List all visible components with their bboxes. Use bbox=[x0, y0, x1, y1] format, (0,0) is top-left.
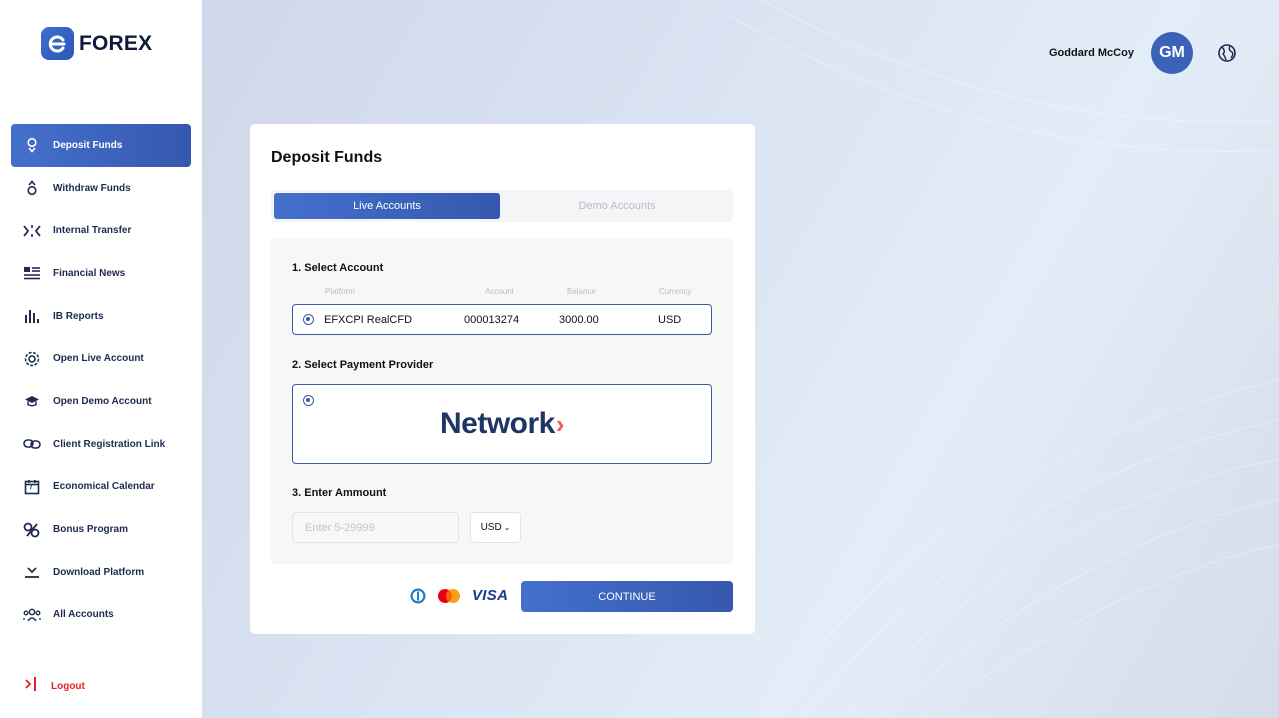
account-number: 000013274 bbox=[464, 314, 520, 326]
provider-name: Network bbox=[439, 407, 555, 440]
page-title: Deposit Funds bbox=[271, 149, 383, 166]
sidebar-item-label: Economical Calendar bbox=[53, 481, 155, 493]
target-icon bbox=[23, 350, 41, 368]
provider-radio[interactable] bbox=[303, 395, 314, 406]
calendar-day: 7 bbox=[29, 483, 33, 491]
account-tabs: Live Accounts Demo Accounts bbox=[271, 190, 733, 222]
sidebar-item-financial-news[interactable]: Financial News bbox=[11, 252, 191, 295]
sidebar-item-client-registration-link[interactable]: Client Registration Link bbox=[11, 423, 191, 466]
sidebar-nav: Deposit Funds Withdraw Funds Internal Tr… bbox=[11, 124, 191, 636]
sidebar-item-open-live-account[interactable]: Open Live Account bbox=[11, 337, 191, 380]
sidebar-item-label: Deposit Funds bbox=[53, 139, 123, 151]
column-currency: Currency bbox=[659, 287, 692, 296]
chevron-down-icon: ⌄ bbox=[503, 523, 511, 532]
sidebar-item-withdraw-funds[interactable]: Withdraw Funds bbox=[11, 167, 191, 210]
globe-icon[interactable] bbox=[1217, 43, 1237, 63]
users-icon bbox=[23, 606, 41, 624]
account-currency: USD bbox=[658, 314, 682, 326]
visa-icon: VISA bbox=[472, 587, 509, 604]
avatar[interactable]: GM bbox=[1150, 32, 1193, 74]
mastercard-icon bbox=[438, 588, 460, 603]
sidebar-item-label: IB Reports bbox=[53, 310, 104, 322]
sidebar-item-all-accounts[interactable]: All Accounts bbox=[11, 594, 191, 637]
logout-label: Logout bbox=[51, 681, 85, 692]
bar-chart-icon bbox=[23, 307, 41, 325]
account-platform: EFXCPI RealCFD bbox=[324, 314, 413, 326]
sidebar-item-label: Financial News bbox=[53, 267, 126, 279]
sidebar-item-label: Internal Transfer bbox=[53, 225, 132, 237]
amount-input[interactable] bbox=[292, 512, 459, 543]
user-name: Goddard McCoy bbox=[1049, 47, 1134, 59]
brand-logo[interactable]: FOREX bbox=[41, 27, 152, 60]
sidebar-item-label: Open Live Account bbox=[53, 353, 144, 365]
account-radio[interactable] bbox=[303, 314, 314, 325]
account-row[interactable]: EFXCPI RealCFD 000013274 3000.00 USD bbox=[292, 304, 712, 335]
tab-live-accounts[interactable]: Live Accounts bbox=[274, 193, 500, 219]
sidebar-item-internal-transfer[interactable]: Internal Transfer bbox=[11, 209, 191, 252]
graduation-cap-icon bbox=[23, 392, 41, 410]
provider-chevron-icon: › bbox=[555, 409, 565, 439]
column-platform: Platform bbox=[325, 287, 355, 296]
currency-select-value: USD bbox=[480, 522, 502, 533]
percent-icon bbox=[23, 521, 41, 539]
continue-button[interactable]: CONTINUE bbox=[521, 581, 733, 612]
logout-button[interactable]: Logout bbox=[23, 676, 85, 697]
transfer-icon bbox=[23, 222, 41, 240]
link-icon bbox=[23, 435, 41, 453]
column-balance: Balance bbox=[567, 287, 596, 296]
sidebar-item-bonus-program[interactable]: Bonus Program bbox=[11, 508, 191, 551]
brand-name: FOREX bbox=[79, 31, 153, 55]
logout-icon bbox=[23, 676, 39, 697]
deposit-card: Deposit Funds Live Accounts Demo Account… bbox=[250, 124, 755, 634]
sidebar-item-label: Bonus Program bbox=[53, 524, 129, 536]
account-balance: 3000.00 bbox=[559, 314, 599, 326]
step-select-account: 1. Select Account bbox=[292, 262, 384, 274]
sidebar-item-open-demo-account[interactable]: Open Demo Account bbox=[11, 380, 191, 423]
payment-methods: VISA bbox=[408, 587, 508, 604]
currency-select[interactable]: USD ⌄ bbox=[470, 512, 521, 543]
download-icon bbox=[23, 563, 41, 581]
column-account: Account bbox=[485, 287, 514, 296]
step-enter-amount: 3. Enter Ammount bbox=[292, 487, 387, 499]
network-logo: Network› bbox=[293, 407, 711, 441]
sidebar-item-label: All Accounts bbox=[53, 609, 114, 621]
sidebar-item-label: Open Demo Account bbox=[53, 395, 152, 407]
sidebar-item-download-platform[interactable]: Download Platform bbox=[11, 551, 191, 594]
sidebar-item-label: Client Registration Link bbox=[53, 438, 166, 450]
sidebar-item-economical-calendar[interactable]: 7 Economical Calendar bbox=[11, 466, 191, 509]
provider-option-network[interactable]: Network› bbox=[292, 384, 712, 464]
news-icon bbox=[23, 264, 41, 282]
map-pin-icon bbox=[23, 136, 41, 154]
withdraw-icon bbox=[23, 179, 41, 197]
sidebar-item-label: Download Platform bbox=[53, 566, 145, 578]
deposit-form: 1. Select Account Platform Account Balan… bbox=[271, 238, 733, 564]
user-menu[interactable]: Goddard McCoy GM bbox=[1049, 32, 1193, 74]
step-select-provider: 2. Select Payment Provider bbox=[292, 359, 434, 371]
sidebar-item-ib-reports[interactable]: IB Reports bbox=[11, 295, 191, 338]
sidebar-item-deposit-funds[interactable]: Deposit Funds bbox=[11, 124, 191, 167]
sidebar: FOREX Deposit Funds Withdraw Funds Inter… bbox=[0, 0, 202, 718]
logo-mark-icon bbox=[41, 27, 74, 60]
calendar-icon: 7 bbox=[23, 478, 41, 496]
tab-demo-accounts[interactable]: Demo Accounts bbox=[504, 193, 730, 219]
diners-club-icon bbox=[410, 588, 426, 603]
sidebar-item-label: Withdraw Funds bbox=[53, 182, 131, 194]
